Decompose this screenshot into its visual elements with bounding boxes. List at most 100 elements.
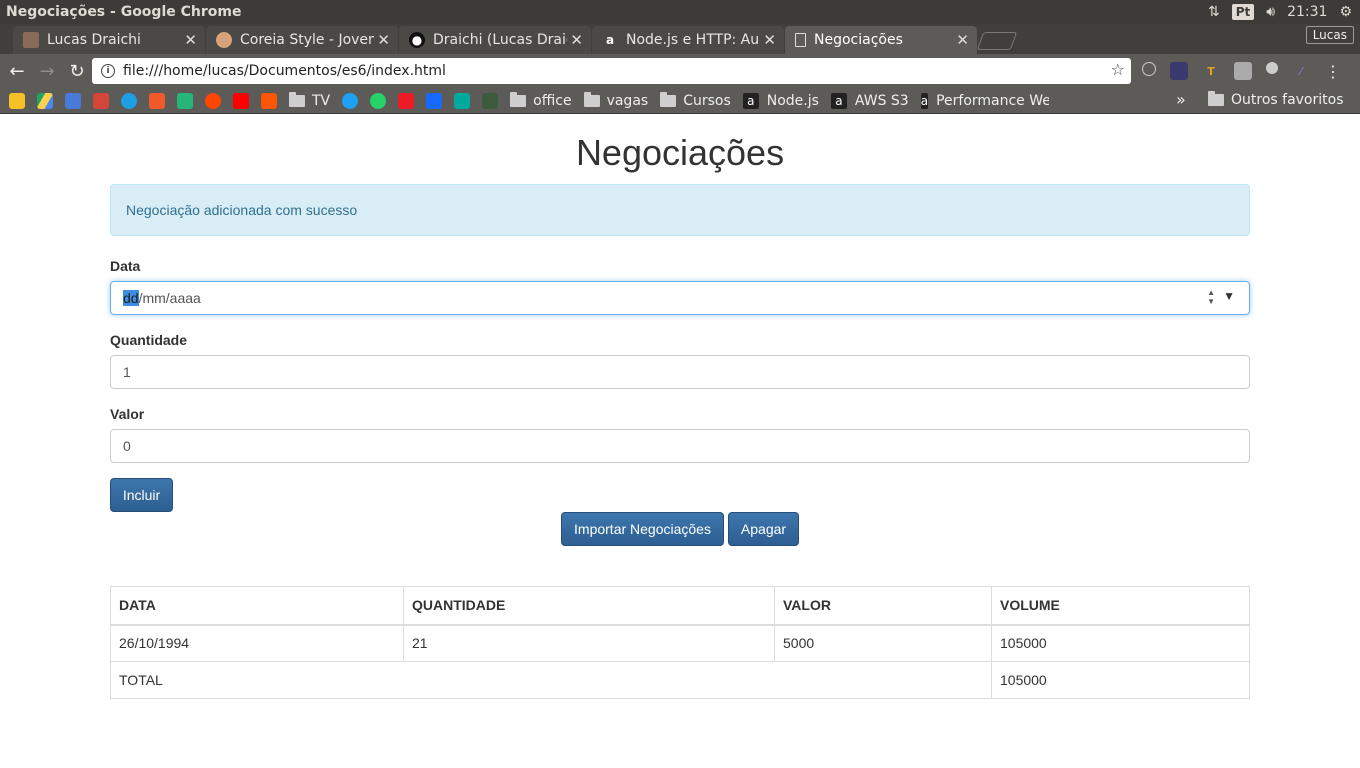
bookmark-label: TV bbox=[312, 92, 331, 109]
tab-nodejs-http[interactable]: a Node.js e HTTP: Aul ✕ bbox=[592, 26, 784, 54]
bookmark-folder-cursos[interactable]: Cursos bbox=[660, 91, 731, 109]
include-button[interactable]: Incluir bbox=[110, 478, 173, 512]
chrome-menu-icon[interactable]: ⋮ bbox=[1324, 62, 1342, 81]
quantity-label: Quantidade bbox=[110, 332, 188, 348]
page-icon bbox=[795, 33, 806, 47]
bookmark-star-icon[interactable]: ☆ bbox=[1111, 60, 1125, 79]
keyboard-language-badge[interactable]: Pt bbox=[1231, 4, 1255, 20]
bookmark-label: Node.js bbox=[766, 92, 819, 109]
close-tab-icon[interactable]: ✕ bbox=[570, 31, 583, 49]
tab-coreia-style[interactable]: Coreia Style - Jovem ✕ bbox=[206, 26, 398, 54]
date-label: Data bbox=[110, 258, 141, 274]
date-spinner-icon[interactable]: ▲ ▼ bbox=[1207, 288, 1215, 306]
network-icon[interactable]: ⇅ bbox=[1208, 4, 1220, 20]
youtube-icon[interactable] bbox=[233, 92, 249, 109]
user-photo-icon bbox=[23, 32, 39, 48]
success-alert: Negociação adicionada com sucesso bbox=[110, 184, 1250, 236]
import-button[interactable]: Importar Negociações bbox=[561, 512, 724, 546]
table-footer-row: TOTAL 105000 bbox=[110, 661, 1250, 699]
clock[interactable]: 21:31 bbox=[1287, 4, 1327, 20]
tab-negociacoes[interactable]: Negociações ✕ bbox=[785, 26, 977, 54]
value-label: Valor bbox=[110, 406, 145, 422]
address-bar[interactable]: i file:///home/lucas/Documentos/es6/inde… bbox=[92, 58, 1131, 84]
whatsapp-icon[interactable] bbox=[370, 92, 387, 109]
total-label: TOTAL bbox=[110, 661, 992, 699]
bookmark-label: office bbox=[533, 92, 572, 109]
bookmark-nodejs[interactable]: a Node.js bbox=[742, 92, 819, 109]
folder-icon bbox=[660, 91, 677, 107]
soundcloud-icon[interactable] bbox=[261, 92, 277, 109]
skype-icon[interactable] bbox=[121, 92, 137, 109]
close-tab-icon[interactable]: ✕ bbox=[184, 31, 197, 49]
forward-arrow-icon[interactable]: → bbox=[34, 61, 60, 82]
bookmark-label: vagas bbox=[606, 92, 649, 109]
header-valor: VALOR bbox=[774, 586, 992, 626]
avatar-icon bbox=[216, 32, 232, 48]
clear-button[interactable]: Apagar bbox=[728, 512, 799, 546]
bookmark-performance-web[interactable]: a Performance We bbox=[920, 92, 1049, 109]
system-tray: ⇅ Pt 🔊︎ 21:31 ⚙ bbox=[1208, 4, 1360, 20]
date-dropdown-arrow-icon[interactable]: ▼ bbox=[1223, 289, 1235, 303]
tab-lucas-draichi[interactable]: Lucas Draichi ✕ bbox=[13, 26, 205, 54]
pinterest-icon[interactable] bbox=[454, 92, 471, 109]
alura-icon: a bbox=[830, 92, 847, 109]
close-tab-icon[interactable]: ✕ bbox=[763, 31, 776, 49]
date-day-segment[interactable]: dd bbox=[123, 290, 139, 306]
tab-label: Negociações bbox=[814, 32, 903, 48]
extension-bookmark-icon[interactable] bbox=[482, 92, 499, 109]
bookmark-folder-tv[interactable]: TV bbox=[289, 91, 331, 109]
back-arrow-icon[interactable]: ← bbox=[4, 61, 30, 82]
cell-quantidade: 21 bbox=[403, 624, 775, 662]
quantity-input[interactable]: 1 bbox=[110, 355, 1250, 389]
bookmarks-overflow-button[interactable]: » bbox=[1176, 90, 1186, 109]
circle-extension-icon[interactable] bbox=[1266, 62, 1278, 74]
twitter-icon[interactable] bbox=[342, 92, 359, 109]
office-icon[interactable] bbox=[149, 92, 165, 109]
power-settings-icon[interactable]: ⚙ bbox=[1339, 4, 1352, 20]
reddit-icon[interactable] bbox=[205, 92, 221, 109]
extension-icons: T ⁄ ⋮ bbox=[1142, 62, 1342, 81]
behance-icon[interactable] bbox=[426, 92, 443, 109]
adobe-icon[interactable] bbox=[398, 92, 415, 109]
info-icon[interactable]: i bbox=[101, 64, 115, 78]
bookmark-folder-vagas[interactable]: vagas bbox=[583, 91, 649, 109]
lightbulb-icon[interactable] bbox=[1142, 62, 1156, 76]
close-tab-icon[interactable]: ✕ bbox=[377, 31, 390, 49]
bookmark-icon-list-2 bbox=[330, 92, 499, 109]
close-tab-icon[interactable]: ✕ bbox=[956, 31, 969, 49]
tab-strip: Lucas Draichi ✕ Coreia Style - Jovem ✕ ●… bbox=[0, 24, 1360, 54]
reload-icon[interactable]: ↻ bbox=[64, 61, 90, 82]
total-value: 105000 bbox=[991, 661, 1250, 699]
alura-icon: a bbox=[920, 92, 929, 109]
tab-label: Draichi (Lucas Draic bbox=[433, 32, 567, 48]
other-bookmarks-folder[interactable]: Outros favoritos bbox=[1208, 91, 1344, 108]
translate-icon[interactable] bbox=[65, 92, 81, 109]
ghost-extension-icon[interactable] bbox=[1170, 62, 1188, 80]
bookmark-label: AWS S3 bbox=[854, 92, 909, 109]
folder-icon bbox=[510, 91, 527, 107]
negotiations-table: DATA QUANTIDADE VALOR VOLUME 26/10/1994 … bbox=[110, 586, 1250, 699]
hammer-icon[interactable]: T bbox=[1202, 62, 1220, 80]
table-row: 26/10/1994 21 5000 105000 bbox=[110, 624, 1250, 662]
header-volume: VOLUME bbox=[991, 586, 1250, 626]
date-input[interactable]: dd/mm/aaaa ▲ ▼ ▼ bbox=[110, 281, 1250, 315]
play-icon[interactable] bbox=[177, 92, 193, 109]
keyboard-extension-icon[interactable] bbox=[1234, 62, 1252, 80]
keep-icon[interactable] bbox=[9, 92, 25, 109]
bookmark-label: Cursos bbox=[683, 92, 731, 109]
window-title: Negociações - Google Chrome bbox=[6, 4, 242, 20]
tab-github-draichi[interactable]: ● Draichi (Lucas Draic ✕ bbox=[399, 26, 591, 54]
cell-valor: 5000 bbox=[774, 624, 992, 662]
volume-icon[interactable]: 🔊︎ bbox=[1266, 4, 1275, 20]
value-input[interactable]: 0 bbox=[110, 429, 1250, 463]
gmail-icon[interactable] bbox=[93, 92, 109, 109]
drive-icon[interactable] bbox=[37, 92, 53, 109]
bookmark-folder-office[interactable]: office bbox=[510, 91, 572, 109]
url-text[interactable]: file:///home/lucas/Documentos/es6/index.… bbox=[123, 63, 446, 79]
bookmark-aws-s3[interactable]: a AWS S3 bbox=[830, 92, 909, 109]
feather-icon[interactable]: ⁄ bbox=[1292, 62, 1310, 80]
profile-button[interactable]: Lucas bbox=[1305, 26, 1354, 44]
cell-volume: 105000 bbox=[991, 624, 1250, 662]
date-rest-placeholder: /mm/aaaa bbox=[138, 290, 201, 306]
new-tab-button[interactable] bbox=[976, 32, 1018, 50]
